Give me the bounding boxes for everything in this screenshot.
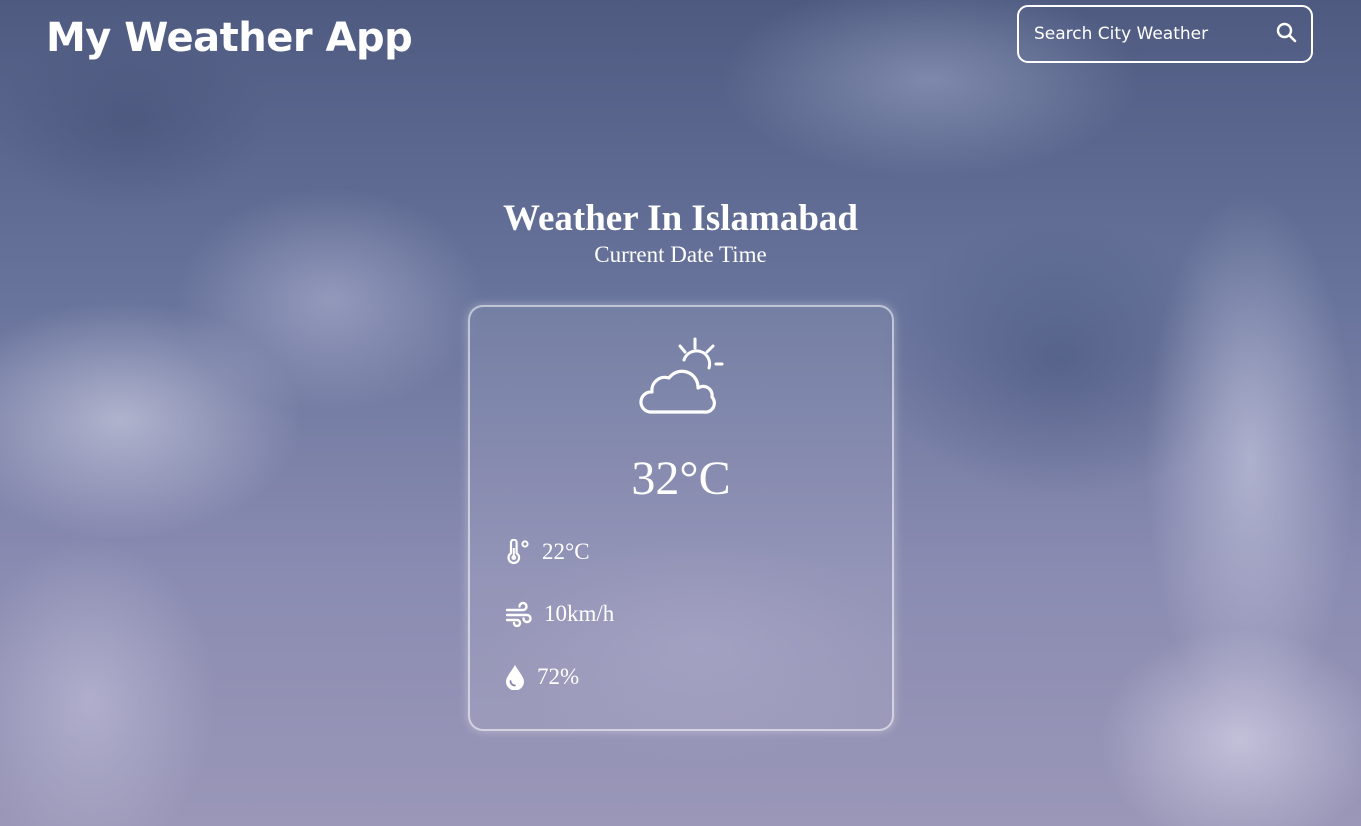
feels-like-value: 22°C: [542, 539, 590, 564]
temperature: 32°C: [631, 452, 731, 505]
wind-value: 10km/h: [544, 601, 615, 626]
date-time: Current Date Time: [594, 242, 767, 267]
search-input[interactable]: [1019, 7, 1261, 61]
thermometer-icon: [505, 539, 531, 565]
feels-like-row: 22°C: [505, 536, 590, 568]
location-block: Weather In Islamabad Current Date Time: [0, 196, 1361, 268]
wind-row: 10km/h: [505, 598, 614, 630]
search-button[interactable]: [1261, 7, 1311, 61]
weather-card: 32°C 22°C 10km/h 72%: [468, 305, 894, 731]
humidity-row: 72%: [505, 661, 579, 693]
wind-icon: [505, 601, 533, 627]
location-title: Weather In Islamabad: [503, 198, 858, 239]
partly-sunny-cloud-icon: [638, 335, 728, 419]
search-icon: [1276, 22, 1297, 46]
water-drop-icon: [505, 664, 525, 690]
humidity-value: 72%: [537, 664, 580, 689]
app-title: My Weather App: [46, 15, 413, 61]
app-header: My Weather App: [0, 0, 1361, 80]
search-box: [1017, 5, 1313, 63]
